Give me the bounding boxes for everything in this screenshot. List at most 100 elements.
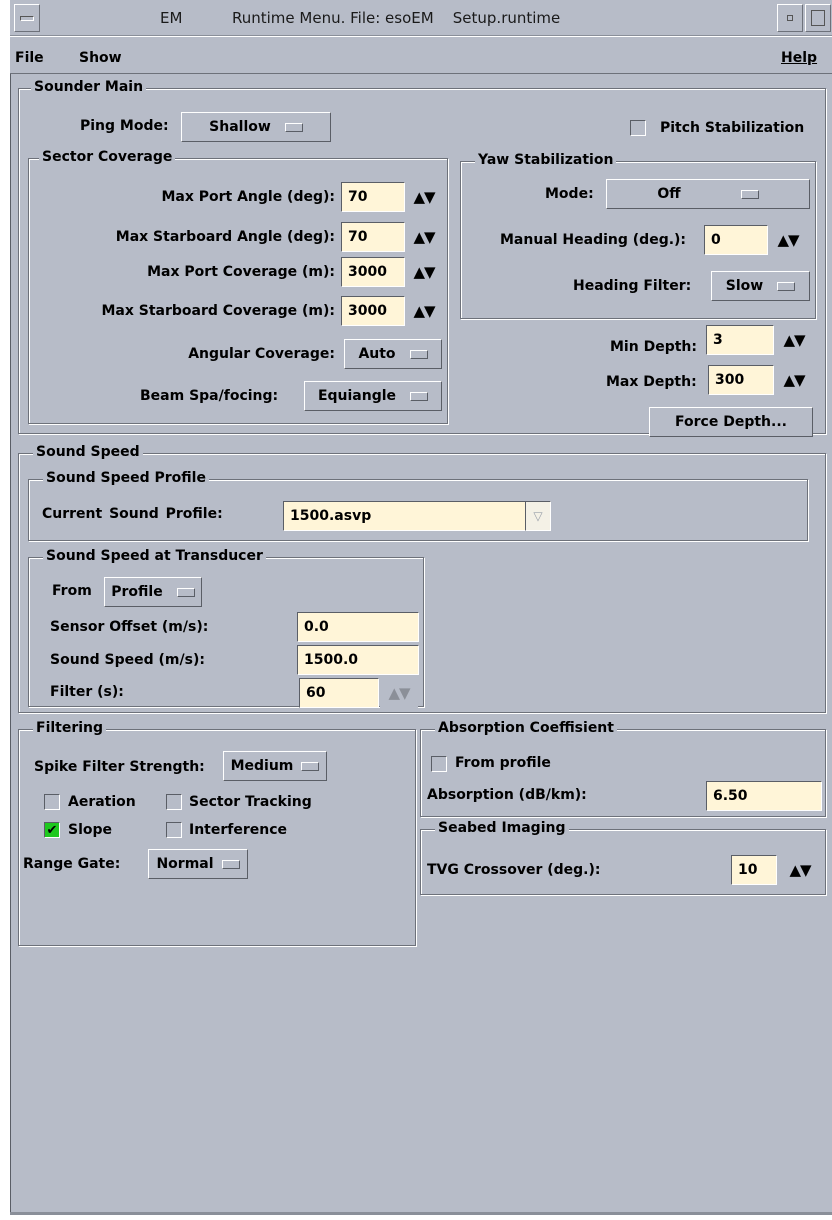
angular-coverage-label: Angular Coverage: xyxy=(188,346,335,362)
interference-label: Interference xyxy=(189,822,288,838)
max-starboard-angle-spin-icon[interactable]: ▲▼ xyxy=(405,222,443,252)
range-gate-option-menu[interactable]: Normal xyxy=(148,849,248,879)
min-depth-spin-icon[interactable]: ▲▼ xyxy=(775,325,813,355)
sound-speed-field[interactable]: 1500.0 xyxy=(297,645,419,675)
angular-coverage-value: Auto xyxy=(358,346,396,362)
check-icon: ✔ xyxy=(46,822,58,838)
max-port-angle-spin-icon[interactable]: ▲▼ xyxy=(405,182,443,212)
heading-filter-option-menu[interactable]: Slow xyxy=(711,271,810,301)
current-profile-label: Current Sound Profile: xyxy=(42,506,223,522)
ping-mode-value: Shallow xyxy=(209,119,271,135)
max-depth-field[interactable]: 300 xyxy=(708,365,774,395)
menu-bar: File Show Help xyxy=(10,36,832,74)
from-value: Profile xyxy=(111,584,163,600)
window-menu-icon xyxy=(20,15,34,21)
max-depth-label: Max Depth: xyxy=(606,374,697,390)
max-port-angle-field[interactable]: 70 xyxy=(341,182,405,212)
manual-heading-field[interactable]: 0 xyxy=(704,225,768,255)
filter-spin-icon[interactable]: ▲▼ xyxy=(380,678,418,708)
max-starboard-coverage-spin-icon[interactable]: ▲▼ xyxy=(405,296,443,326)
option-indicator-icon xyxy=(740,189,759,199)
ping-mode-option-menu[interactable]: Shallow xyxy=(181,112,331,142)
max-port-angle-label: Max Port Angle (deg): xyxy=(161,189,335,205)
profile-combo-arrow-icon[interactable]: ▽ xyxy=(525,501,551,531)
maximize-button[interactable] xyxy=(805,4,831,32)
spike-filter-label: Spike Filter Strength: xyxy=(34,759,205,775)
absorption-field[interactable]: 6.50 xyxy=(706,781,822,811)
option-indicator-icon xyxy=(301,761,320,771)
option-indicator-icon xyxy=(410,391,429,401)
beam-spacing-option-menu[interactable]: Equiangle xyxy=(304,381,442,411)
sound-speed-title: Sound Speed xyxy=(33,444,143,460)
absorption-title: Absorption Coeffisient xyxy=(435,720,617,736)
sensor-offset-label: Sensor Offset (m/s): xyxy=(50,619,209,635)
aeration-checkbox[interactable] xyxy=(44,794,60,810)
spike-filter-option-menu[interactable]: Medium xyxy=(223,751,327,781)
pitch-stabilization-label: Pitch Stabilization xyxy=(660,120,805,136)
tvg-crossover-spin-icon[interactable]: ▲▼ xyxy=(779,855,821,885)
seabed-imaging-title: Seabed Imaging xyxy=(435,820,569,836)
current-profile-field[interactable]: 1500.asvp xyxy=(283,501,526,531)
filter-label: Filter (s): xyxy=(50,684,124,700)
window-title: Runtime Menu. File: esoEM Setup.runtime xyxy=(232,9,561,27)
menu-help[interactable]: Help xyxy=(781,50,817,66)
pitch-stabilization-checkbox[interactable] xyxy=(630,120,646,136)
sound-speed-transducer-title: Sound Speed at Transducer xyxy=(43,548,266,564)
heading-filter-label: Heading Filter: xyxy=(573,278,692,294)
max-starboard-coverage-label: Max Starboard Coverage (m): xyxy=(101,303,335,319)
menu-show[interactable]: Show xyxy=(79,50,122,66)
max-starboard-coverage-field[interactable]: 3000 xyxy=(341,296,405,326)
max-port-coverage-label: Max Port Coverage (m): xyxy=(147,264,335,280)
min-depth-field[interactable]: 3 xyxy=(706,325,774,355)
heading-filter-value: Slow xyxy=(725,278,764,294)
option-indicator-icon xyxy=(777,281,796,291)
window-bottom-edge xyxy=(10,1212,832,1215)
option-indicator-icon xyxy=(284,122,303,132)
angular-coverage-option-menu[interactable]: Auto xyxy=(344,339,442,369)
max-starboard-angle-field[interactable]: 70 xyxy=(341,222,405,252)
title-bar: EM Runtime Menu. File: esoEM Setup.runti… xyxy=(10,0,832,36)
menu-file[interactable]: File xyxy=(15,50,44,66)
sensor-offset-field[interactable]: 0.0 xyxy=(297,612,419,642)
minimize-button[interactable] xyxy=(777,4,803,32)
max-port-coverage-spin-icon[interactable]: ▲▼ xyxy=(405,257,443,287)
ping-mode-label: Ping Mode: xyxy=(80,118,169,134)
max-depth-spin-icon[interactable]: ▲▼ xyxy=(775,365,813,395)
sound-speed-label: Sound Speed (m/s): xyxy=(50,652,205,668)
beam-spacing-value: Equiangle xyxy=(317,388,397,404)
from-option-menu[interactable]: Profile xyxy=(104,577,202,607)
max-starboard-angle-label: Max Starboard Angle (deg): xyxy=(115,229,335,245)
filter-field[interactable]: 60 xyxy=(299,678,379,708)
from-profile-checkbox[interactable] xyxy=(431,756,447,772)
sector-tracking-checkbox[interactable] xyxy=(166,794,182,810)
beam-spacing-label: Beam Spa/focing: xyxy=(140,388,279,404)
filtering-title: Filtering xyxy=(33,720,107,736)
maximize-icon xyxy=(811,10,825,26)
force-depth-button[interactable]: Force Depth... xyxy=(649,407,813,437)
slope-checkbox[interactable]: ✔ xyxy=(44,822,60,838)
aeration-label: Aeration xyxy=(68,794,136,810)
sector-tracking-label: Sector Tracking xyxy=(189,794,312,810)
sounder-main-title: Sounder Main xyxy=(31,79,147,95)
absorption-label: Absorption (dB/km): xyxy=(427,787,587,803)
range-gate-value: Normal xyxy=(156,856,214,872)
slope-label: Slope xyxy=(68,822,113,838)
from-label: From xyxy=(52,583,92,599)
min-depth-label: Min Depth: xyxy=(610,339,697,355)
sound-speed-profile-title: Sound Speed Profile xyxy=(43,470,209,486)
tvg-crossover-field[interactable]: 10 xyxy=(731,855,777,885)
max-port-coverage-field[interactable]: 3000 xyxy=(341,257,405,287)
interference-checkbox[interactable] xyxy=(166,822,182,838)
yaw-mode-option-menu[interactable]: Off xyxy=(606,179,810,209)
window-title-app: EM xyxy=(160,9,183,27)
yaw-mode-value: Off xyxy=(657,186,681,202)
from-profile-label: From profile xyxy=(455,755,551,771)
option-indicator-icon xyxy=(409,349,428,359)
manual-heading-spin-icon[interactable]: ▲▼ xyxy=(769,225,807,255)
yaw-stabilization-title: Yaw Stabilization xyxy=(475,152,617,168)
tvg-crossover-label: TVG Crossover (deg.): xyxy=(427,862,601,878)
sector-coverage-title: Sector Coverage xyxy=(39,149,176,165)
window-menu-button[interactable] xyxy=(14,4,40,32)
option-indicator-icon xyxy=(221,859,240,869)
manual-heading-label: Manual Heading (deg.): xyxy=(500,232,687,248)
